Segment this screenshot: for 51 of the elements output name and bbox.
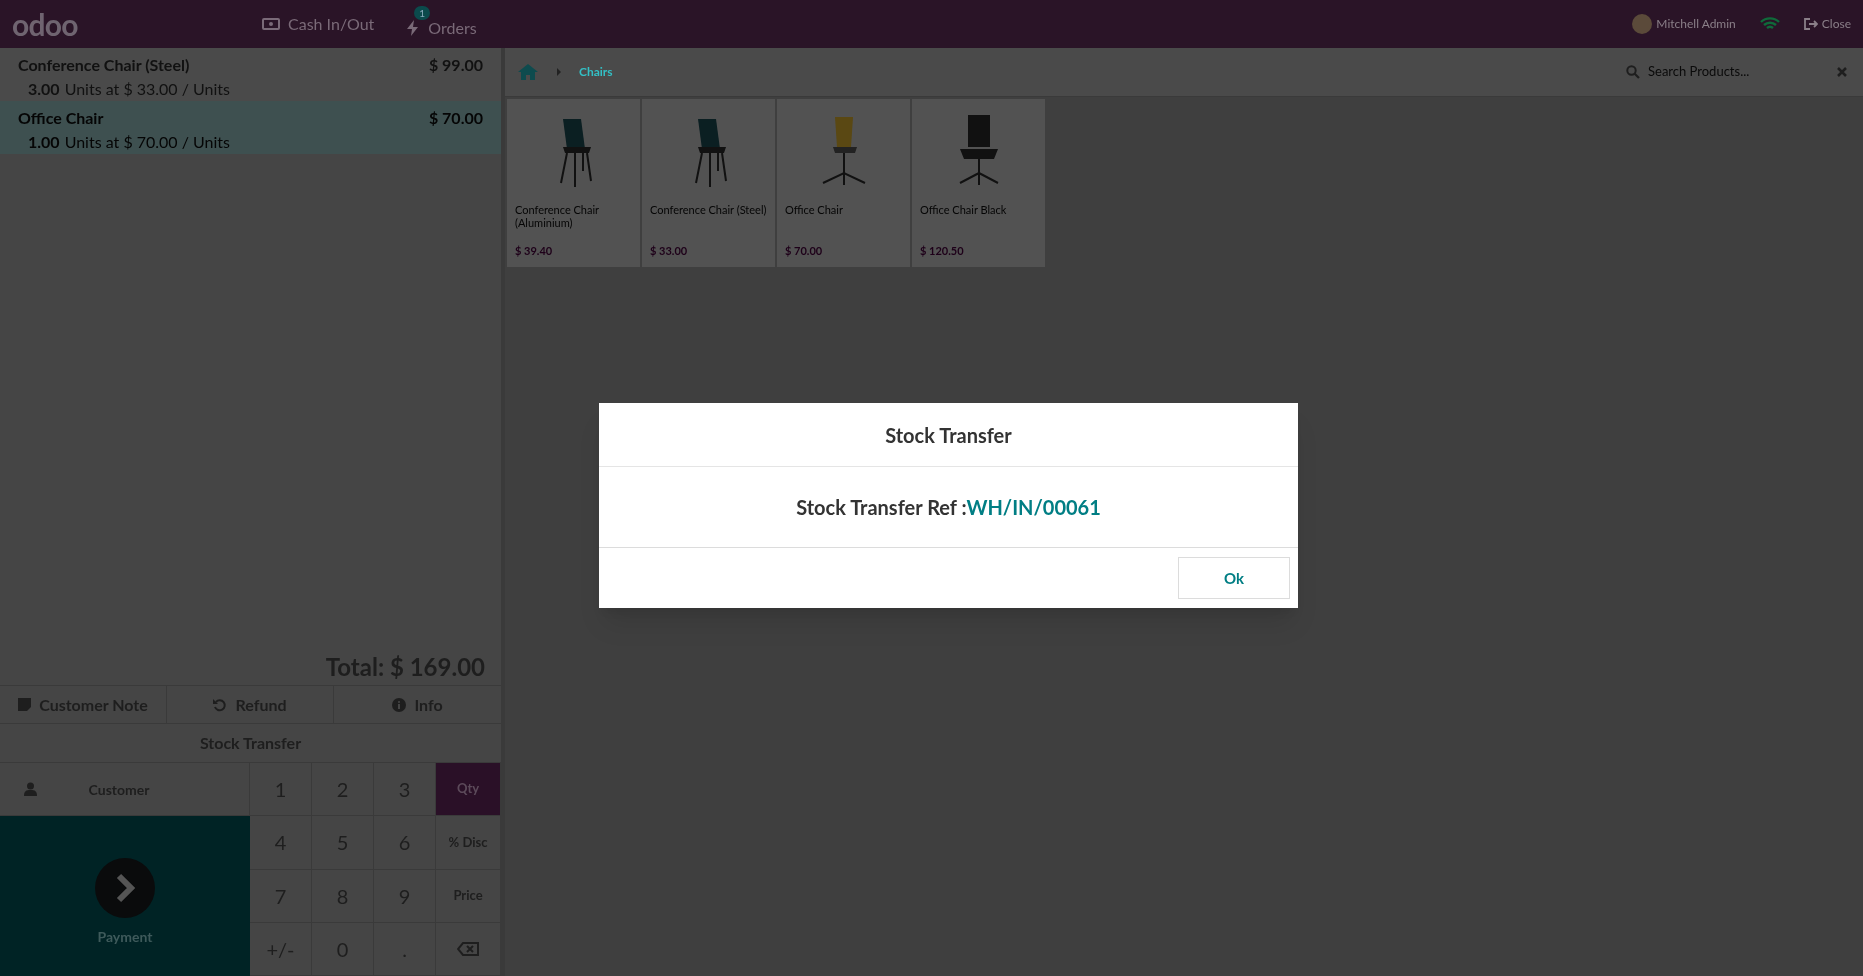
product-name: Conference Chair (Steel): [650, 203, 767, 218]
line-price: $ 99.00: [428, 54, 483, 76]
product-price: $ 33.00: [650, 242, 689, 259]
sign-out-icon: [1803, 18, 1818, 30]
product-card[interactable]: Office Chair $ 70.00: [777, 99, 910, 267]
transfer-reference: Stock Transfer Ref :WH/IN/00061: [796, 494, 1101, 521]
chevron-right-icon: [95, 857, 155, 918]
search-icon: [1626, 65, 1640, 79]
backspace-icon: [457, 941, 479, 956]
home-icon[interactable]: [517, 63, 539, 81]
product-price: $ 120.50: [920, 242, 965, 259]
cash-button[interactable]: Cash In/Out: [262, 12, 375, 36]
product-name: Office Chair Black: [920, 203, 1008, 218]
product-price: $ 39.40: [515, 242, 554, 259]
search-field[interactable]: Search Products...: [1648, 62, 1828, 82]
backspace-button[interactable]: [436, 922, 501, 976]
product-name: Conference Chair (Steel): [18, 54, 190, 76]
close-icon[interactable]: [1836, 66, 1848, 78]
product-card[interactable]: Conference Chair (Aluminium) $ 39.40: [507, 99, 640, 267]
product-name: Office Chair: [785, 203, 844, 218]
line-price: $ 70.00: [428, 107, 483, 129]
logo: odoo: [12, 9, 79, 39]
payment-button[interactable]: Payment: [0, 816, 250, 976]
breadcrumb-link[interactable]: Chairs: [579, 63, 613, 81]
line-unit-price: Units at $ 33.00 / Units: [64, 78, 231, 100]
user-icon: [24, 782, 37, 797]
numpad-key[interactable]: .: [374, 922, 436, 976]
cash-icon: [262, 18, 280, 30]
line-unit-price: Units at $ 70.00 / Units: [64, 131, 231, 153]
ok-button[interactable]: Ok: [1178, 557, 1290, 599]
numpad-key[interactable]: +/-: [250, 922, 312, 976]
product-card[interactable]: Office Chair Black $ 120.50: [912, 99, 1045, 267]
product-card[interactable]: Conference Chair (Steel) $ 33.00: [642, 99, 775, 267]
chevron-right-icon: [555, 67, 563, 77]
mode-button[interactable]: Qty: [436, 763, 501, 817]
undo-icon: [213, 697, 228, 712]
line-quantity: 1.00: [28, 131, 60, 153]
line-quantity: 3.00: [28, 78, 60, 100]
badge: 1: [414, 6, 431, 20]
product-name: Office Chair: [18, 107, 104, 129]
note-icon: [18, 698, 32, 711]
info-icon: [392, 697, 407, 712]
avatar-icon: [1632, 14, 1653, 34]
wifi-icon: [1759, 16, 1780, 32]
orders-button[interactable]: Orders 1: [406, 6, 477, 42]
product-name: Conference Chair (Aluminium): [515, 203, 600, 231]
bolt-icon: [406, 20, 421, 36]
product-price: $ 70.00: [785, 242, 824, 259]
close-button[interactable]: Close: [1803, 15, 1851, 33]
user-name[interactable]: Mitchell Admin: [1656, 15, 1736, 33]
dialog-title: Stock Transfer: [885, 421, 1012, 449]
